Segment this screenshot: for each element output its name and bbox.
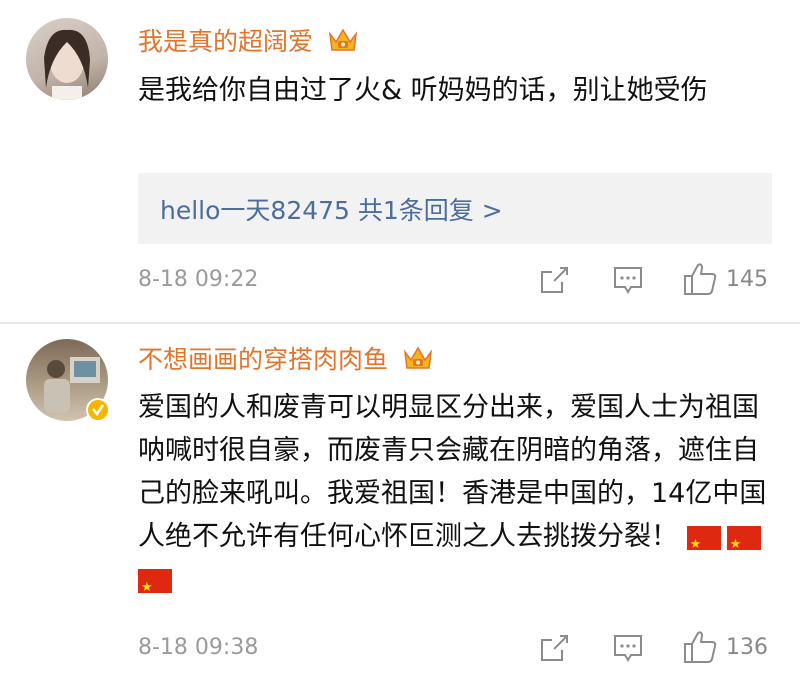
username-text: 不想画画的穿搭肉肉鱼 bbox=[138, 345, 389, 374]
comment-item: 不想画画的穿搭肉肉鱼 爱国的人和废青可以明显区分出来，爱国人士为祖国呐喊时很自豪… bbox=[0, 324, 800, 682]
timestamp: 8-18 09:38 bbox=[138, 635, 259, 660]
avatar[interactable] bbox=[26, 18, 108, 100]
reply-box[interactable]: hello一天82475 共1条回复 > bbox=[138, 173, 772, 244]
avatar-image bbox=[44, 29, 90, 100]
comment-body: 爱国的人和废青可以明显区分出来，爱国人士为祖国呐喊时很自豪，而废青只会藏在阴暗的… bbox=[138, 392, 767, 552]
like-count: 145 bbox=[726, 266, 768, 292]
like-button[interactable]: 145 bbox=[682, 261, 768, 297]
timestamp: 8-18 09:22 bbox=[138, 267, 259, 292]
share-icon bbox=[538, 265, 570, 295]
view-replies-link[interactable]: hello一天82475 共1条回复 > bbox=[160, 191, 503, 227]
share-icon bbox=[538, 633, 570, 663]
thumbs-up-icon bbox=[682, 629, 718, 665]
china-flag-icon bbox=[726, 523, 761, 566]
share-button[interactable] bbox=[538, 633, 570, 663]
comment-text: 爱国的人和废青可以明显区分出来，爱国人士为祖国呐喊时很自豪，而废青只会藏在阴暗的… bbox=[138, 386, 778, 609]
china-flag-icon bbox=[138, 566, 172, 609]
share-button[interactable] bbox=[538, 265, 570, 295]
like-count: 136 bbox=[726, 634, 768, 660]
comment-item: 我是真的超阔爱 是我给你自由过了火& 听妈妈的话，别让她受伤 hello一天82… bbox=[0, 0, 800, 322]
comment-icon bbox=[612, 633, 644, 663]
comment-icon bbox=[612, 265, 644, 295]
comment-button[interactable] bbox=[612, 265, 644, 295]
username-link[interactable]: 不想画画的穿搭肉肉鱼 bbox=[138, 340, 434, 378]
like-button[interactable]: 136 bbox=[682, 629, 768, 665]
china-flag-icon bbox=[686, 523, 721, 566]
comment-text: 是我给你自由过了火& 听妈妈的话，别让她受伤 bbox=[138, 75, 708, 106]
verified-badge-icon bbox=[86, 398, 110, 422]
comment-button[interactable] bbox=[612, 633, 644, 663]
username-link[interactable]: 我是真的超阔爱 bbox=[138, 22, 359, 60]
crown-icon bbox=[402, 344, 434, 378]
thumbs-up-icon bbox=[682, 261, 718, 297]
crown-icon bbox=[327, 26, 359, 60]
username-text: 我是真的超阔爱 bbox=[138, 27, 314, 56]
